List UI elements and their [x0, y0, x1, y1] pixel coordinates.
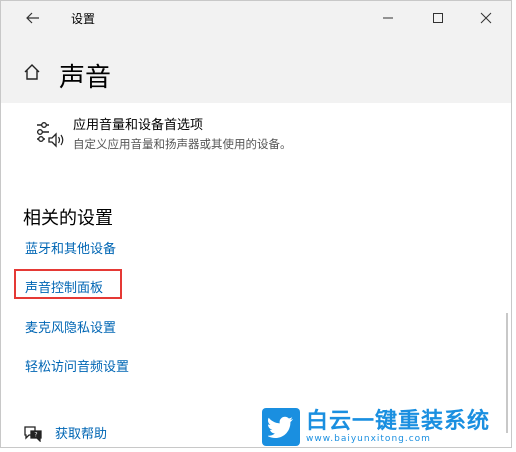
- page-header: 声音: [1, 35, 511, 103]
- watermark-text: 白云一键重装系统 www.baiyunxitong.com: [306, 408, 491, 445]
- home-button[interactable]: [23, 63, 41, 85]
- svg-text:?: ?: [34, 431, 37, 438]
- twitter-bird-icon: [268, 416, 293, 438]
- chat-question-icon: ?: [24, 425, 42, 442]
- home-icon: [24, 64, 40, 80]
- watermark-url: www.baiyunxitong.com: [306, 433, 431, 444]
- watermark: 白云一键重装系统 www.baiyunxitong.com: [262, 407, 512, 447]
- close-icon: [480, 12, 492, 24]
- maximize-button[interactable]: [415, 1, 461, 35]
- maximize-icon: [433, 13, 443, 23]
- app-volume-description: 自定义应用音量和扬声器或其使用的设备。: [73, 137, 292, 151]
- get-help-label: 获取帮助: [55, 427, 108, 442]
- close-button[interactable]: [461, 1, 511, 35]
- app-volume-title: 应用音量和设备首选项: [73, 118, 204, 133]
- link-ease-of-access-audio[interactable]: 轻松访问音频设置: [25, 356, 129, 375]
- app-volume-option[interactable]: 应用音量和设备首选项 自定义应用音量和扬声器或其使用的设备。: [35, 117, 292, 153]
- arrow-left-icon: [26, 12, 39, 24]
- back-button[interactable]: [15, 1, 51, 35]
- title-bar: 设置: [1, 1, 511, 35]
- related-settings-heading: 相关的设置: [23, 208, 113, 229]
- get-help-link[interactable]: ? 获取帮助: [23, 423, 107, 442]
- page-title: 声音: [59, 63, 112, 93]
- link-bluetooth-devices[interactable]: 蓝牙和其他设备: [25, 238, 116, 257]
- minimize-button[interactable]: [365, 1, 411, 35]
- watermark-logo: [262, 408, 300, 446]
- link-microphone-privacy[interactable]: 麦克风隐私设置: [25, 317, 116, 336]
- settings-window: 设置 声音 应用音量和设备首选项 自定义应用音量和扬声器或其使用的设备。 相关的…: [0, 0, 512, 448]
- sliders-speaker-icon: [37, 122, 64, 148]
- main-content: 应用音量和设备首选项 自定义应用音量和扬声器或其使用的设备。 相关的设置 蓝牙和…: [1, 103, 511, 447]
- app-volume-text: 应用音量和设备首选项 自定义应用音量和扬声器或其使用的设备。: [73, 117, 292, 153]
- window-title: 设置: [71, 12, 96, 26]
- watermark-name: 白云一键重装系统: [306, 408, 491, 434]
- minimize-icon: [383, 17, 393, 19]
- link-sound-control-panel[interactable]: 声音控制面板: [25, 277, 103, 296]
